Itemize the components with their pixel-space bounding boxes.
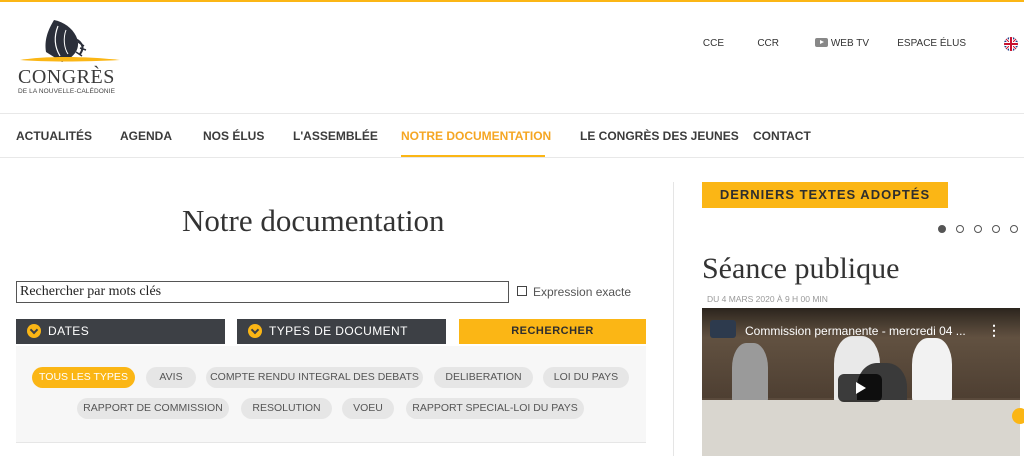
dates-dropdown-label: DATES (48, 324, 90, 338)
uk-flag-icon[interactable] (1004, 37, 1018, 51)
nav-item-notre-documentation[interactable]: NOTRE DOCUMENTATION (401, 129, 551, 143)
video-person (732, 343, 768, 405)
logo-title: CONGRÈS (18, 66, 115, 88)
latest-texts-badge: DERNIERS TEXTES ADOPTÉS (702, 182, 948, 208)
video-desk (702, 400, 1020, 456)
document-types-dropdown[interactable]: TYPES DE DOCUMENT (237, 319, 446, 344)
type-tag-voeu[interactable]: VOEU (342, 398, 394, 419)
type-tag-resolution[interactable]: RESOLUTION (241, 398, 332, 419)
exact-expression-checkbox[interactable]: Expression exacte (517, 285, 631, 299)
type-tag-rapport-de-commission[interactable]: RAPPORT DE COMMISSION (77, 398, 229, 419)
youtube-icon (814, 38, 828, 47)
type-tag-tous-les-types[interactable]: TOUS LES TYPES (32, 367, 135, 388)
video-title[interactable]: Commission permanente - mercredi 04 ... (745, 324, 966, 338)
chevron-down-icon (27, 324, 41, 338)
web-tv-label: WEB TV (830, 38, 869, 49)
top-link-ccr[interactable]: CCR (757, 38, 779, 49)
column-divider (673, 182, 674, 456)
dates-dropdown[interactable]: DATES (16, 319, 225, 344)
type-tag-avis[interactable]: AVIS (146, 367, 196, 388)
carousel-dot-4[interactable] (992, 225, 1000, 233)
nav-item-assemblee[interactable]: L'ASSEMBLÉE (293, 129, 378, 143)
floating-action-icon[interactable] (1012, 408, 1024, 424)
type-tag-deliberation[interactable]: DELIBERATION (434, 367, 533, 388)
carousel-dot-1[interactable] (938, 225, 946, 233)
video-player[interactable]: Commission permanente - mercredi 04 ... … (702, 308, 1020, 456)
document-types-dropdown-label: TYPES DE DOCUMENT (269, 324, 408, 338)
search-input[interactable] (16, 281, 509, 303)
nav-item-actualites[interactable]: ACTUALITÉS (16, 129, 92, 143)
exact-expression-label: Expression exacte (533, 285, 632, 299)
more-options-icon[interactable]: ⋮ (987, 322, 1001, 339)
top-accent-line (0, 0, 1024, 2)
carousel-dot-3[interactable] (974, 225, 982, 233)
search-button[interactable]: RECHERCHER (459, 319, 646, 344)
type-tag-loi-du-pays[interactable]: LOI DU PAYS (543, 367, 629, 388)
nav-divider (0, 157, 1024, 158)
page-title: Notre documentation (182, 203, 445, 238)
article-title[interactable]: Séance publique (702, 252, 899, 286)
nav-item-congres-des-jeunes[interactable]: LE CONGRÈS DES JEUNES (580, 129, 739, 143)
carousel-dot-5[interactable] (1010, 225, 1018, 233)
type-tag-compte-rendu[interactable]: COMPTE RENDU INTEGRAL DES DEBATS (206, 367, 423, 388)
chevron-down-icon (248, 324, 262, 338)
article-date: DU 4 MARS 2020 À 9 H 00 MIN (707, 294, 828, 304)
type-tag-rapport-special[interactable]: RAPPORT SPECIAL-LOI DU PAYS (406, 398, 584, 419)
play-button[interactable] (838, 374, 882, 402)
top-link-web-tv[interactable]: WEB TV (814, 38, 869, 49)
video-person (912, 338, 952, 404)
top-link-cce[interactable]: CCE (703, 38, 724, 49)
header-divider (0, 113, 1024, 114)
nav-item-contact[interactable]: CONTACT (753, 129, 811, 143)
top-link-espace-elus[interactable]: ESPACE ÉLUS (897, 38, 966, 49)
nav-item-agenda[interactable]: AGENDA (120, 129, 172, 143)
logo-subtitle: DE LA NOUVELLE-CALÉDONIE (18, 88, 116, 95)
document-types-panel: TOUS LES TYPES AVIS COMPTE RENDU INTEGRA… (16, 346, 646, 443)
carousel-dot-2[interactable] (956, 225, 964, 233)
checkbox-box[interactable] (517, 286, 527, 296)
nav-item-nos-elus[interactable]: NOS ÉLUS (203, 129, 264, 143)
channel-logo-icon (710, 320, 736, 338)
